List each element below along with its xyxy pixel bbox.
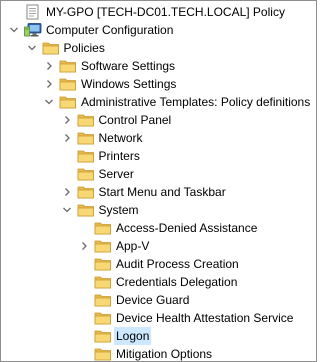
tree-node-label: Printers <box>98 149 140 163</box>
tree-node-label: App-V <box>116 239 150 253</box>
chevron-right-icon[interactable] <box>43 60 55 72</box>
tree-node-label: Access-Denied Assistance <box>116 221 258 235</box>
folder-icon <box>77 130 95 146</box>
tree-node-credentials-delegation[interactable]: Credentials Delegation <box>1 273 316 291</box>
tree-node-app-v[interactable]: App-V <box>1 237 316 255</box>
tree-node-software-settings[interactable]: Software Settings <box>1 57 316 75</box>
tree-node-label: Audit Process Creation <box>116 257 239 271</box>
folder-icon <box>59 94 77 110</box>
tree-node-root-gpo[interactable]: MY-GPO [TECH-DC01.TECH.LOCAL] Policy <box>1 3 316 21</box>
tree-node-mitigation-options[interactable]: Mitigation Options <box>1 345 316 361</box>
chevron-down-icon[interactable] <box>61 204 73 216</box>
folder-icon <box>42 40 60 56</box>
tree-node-label: Computer Configuration <box>46 23 174 37</box>
folder-icon <box>94 292 112 308</box>
chevron-down-icon[interactable] <box>8 24 20 36</box>
gpo-tree-view: MY-GPO [TECH-DC01.TECH.LOCAL] Policy Comp… <box>0 0 317 362</box>
tree-node-label: Windows Settings <box>81 77 177 91</box>
tree-node-label: Policies <box>63 41 105 55</box>
folder-icon <box>94 238 112 254</box>
tree-node-system[interactable]: System <box>1 201 316 219</box>
folder-icon <box>94 310 112 326</box>
tree-node-server[interactable]: Server <box>1 165 316 183</box>
tree-node-logon[interactable]: Logon <box>1 327 316 345</box>
chevron-right-icon[interactable] <box>61 132 73 144</box>
tree-node-label: Credentials Delegation <box>116 275 238 289</box>
folder-icon <box>94 274 112 290</box>
folder-icon <box>94 220 112 236</box>
tree-node-label: Software Settings <box>81 59 176 73</box>
folder-icon <box>77 112 95 128</box>
tree-node-network[interactable]: Network <box>1 129 316 147</box>
tree-node-label: Server <box>98 167 134 181</box>
tree-node-start-menu-taskbar[interactable]: Start Menu and Taskbar <box>1 183 316 201</box>
folder-icon <box>59 58 77 74</box>
tree-node-printers[interactable]: Printers <box>1 147 316 165</box>
policy-document-icon <box>24 4 42 20</box>
tree-node-label: Mitigation Options <box>116 347 213 361</box>
tree-node-label: Administrative Templates: Policy definit… <box>81 95 311 109</box>
tree-node-label: Control Panel <box>98 113 172 127</box>
tree-node-administrative-templates[interactable]: Administrative Templates: Policy definit… <box>1 93 316 111</box>
folder-icon <box>77 148 95 164</box>
tree-node-device-guard[interactable]: Device Guard <box>1 291 316 309</box>
folder-icon <box>77 184 95 200</box>
tree-node-label: Device Guard <box>116 293 190 307</box>
folder-icon <box>77 202 95 218</box>
folder-icon <box>94 256 112 272</box>
folder-icon <box>59 76 77 92</box>
tree-node-label: Logon <box>114 327 152 345</box>
computer-icon <box>24 22 42 38</box>
tree-node-windows-settings[interactable]: Windows Settings <box>1 75 316 93</box>
tree-node-computer-configuration[interactable]: Computer Configuration <box>1 21 316 39</box>
folder-icon <box>94 328 112 344</box>
tree-node-label: MY-GPO [TECH-DC01.TECH.LOCAL] Policy <box>46 5 285 19</box>
chevron-right-icon[interactable] <box>78 240 90 252</box>
tree-node-audit-process-creation[interactable]: Audit Process Creation <box>1 255 316 273</box>
chevron-right-icon[interactable] <box>61 114 73 126</box>
tree-node-label: Start Menu and Taskbar <box>98 185 226 199</box>
tree-node-access-denied-assistance[interactable]: Access-Denied Assistance <box>1 219 316 237</box>
folder-icon <box>94 346 112 361</box>
chevron-down-icon[interactable] <box>43 96 55 108</box>
tree-node-device-health-attestation[interactable]: Device Health Attestation Service <box>1 309 316 327</box>
tree-node-label: System <box>98 203 139 217</box>
tree-node-label: Network <box>98 131 143 145</box>
chevron-down-icon[interactable] <box>26 42 38 54</box>
tree-node-policies[interactable]: Policies <box>1 39 316 57</box>
chevron-right-icon[interactable] <box>43 78 55 90</box>
tree-node-label: Device Health Attestation Service <box>116 311 294 325</box>
tree-node-control-panel[interactable]: Control Panel <box>1 111 316 129</box>
folder-icon <box>77 166 95 182</box>
chevron-right-icon[interactable] <box>61 186 73 198</box>
